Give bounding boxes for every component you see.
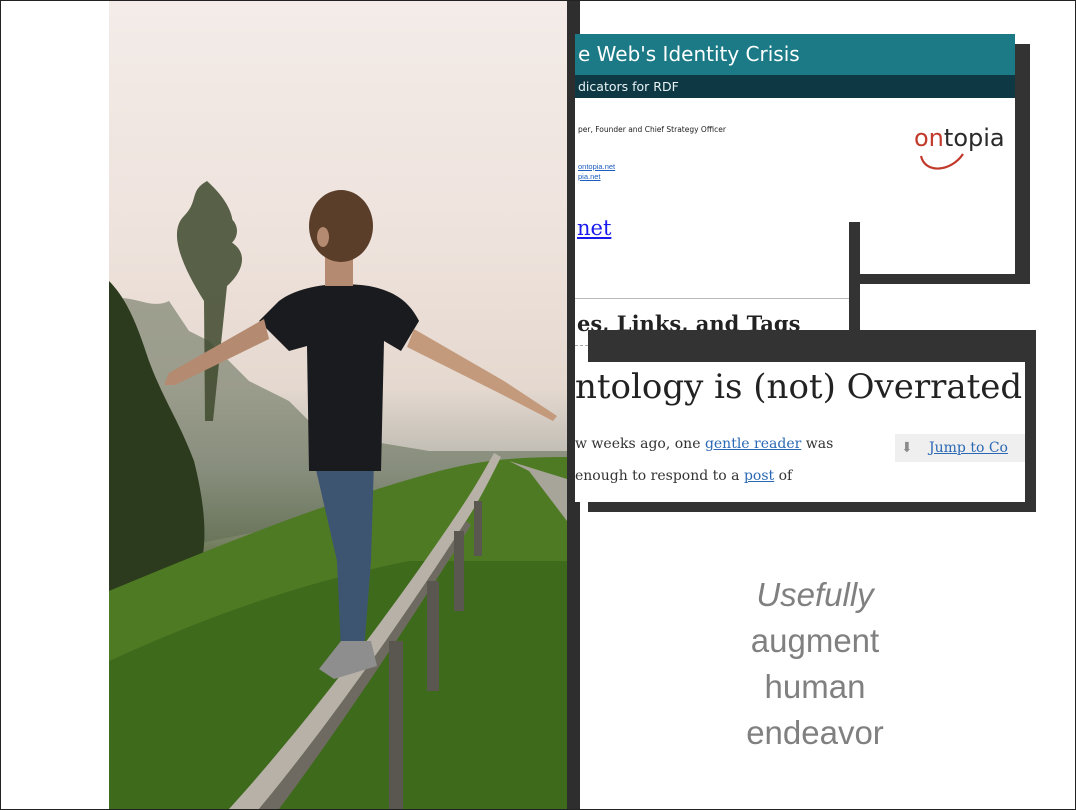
caption-line-4: endeavor: [746, 714, 884, 751]
logo-swoosh-icon: [919, 153, 964, 170]
ontopia-logo: ontopia: [911, 124, 1015, 174]
caption-line-3: human: [764, 668, 866, 705]
screenshot-1-title: e Web's Identity Crisis: [575, 34, 1015, 75]
screenshot-3-line-2: enough to respond to a post of: [575, 468, 793, 484]
post-link[interactable]: post: [744, 468, 774, 484]
screenshot-1-link-2[interactable]: pia.net: [578, 172, 601, 181]
gentle-reader-link[interactable]: gentle reader: [705, 436, 801, 452]
jump-label: Jump to Co: [929, 440, 1008, 456]
screenshot-2-rule: [575, 298, 849, 299]
screenshot-2-link[interactable]: net: [577, 216, 611, 240]
screenshot-1-link-1[interactable]: ontopia.net: [578, 162, 615, 171]
caption-line-2: augment: [750, 622, 880, 659]
screenshot-1-subtitle: dicators for RDF: [575, 75, 1015, 98]
caption: Usefully augment human endeavor: [700, 572, 930, 756]
down-arrow-icon: ⬇: [901, 440, 913, 456]
jump-to-comments-button[interactable]: ⬇ Jump to Co: [895, 434, 1025, 462]
screenshot-1-author: per, Founder and Chief Strategy Officer: [578, 125, 726, 134]
screenshot-3-title: ntology is (not) Overrated: [575, 367, 1023, 407]
photo-boy-balancing: [109, 1, 567, 809]
screenshot-3-line-1: w weeks ago, one gentle reader was: [575, 436, 834, 452]
caption-emphasis: Usefully: [756, 576, 874, 613]
screenshot-ontology-overrated: ntology is (not) Overrated w weeks ago, …: [575, 362, 1025, 502]
